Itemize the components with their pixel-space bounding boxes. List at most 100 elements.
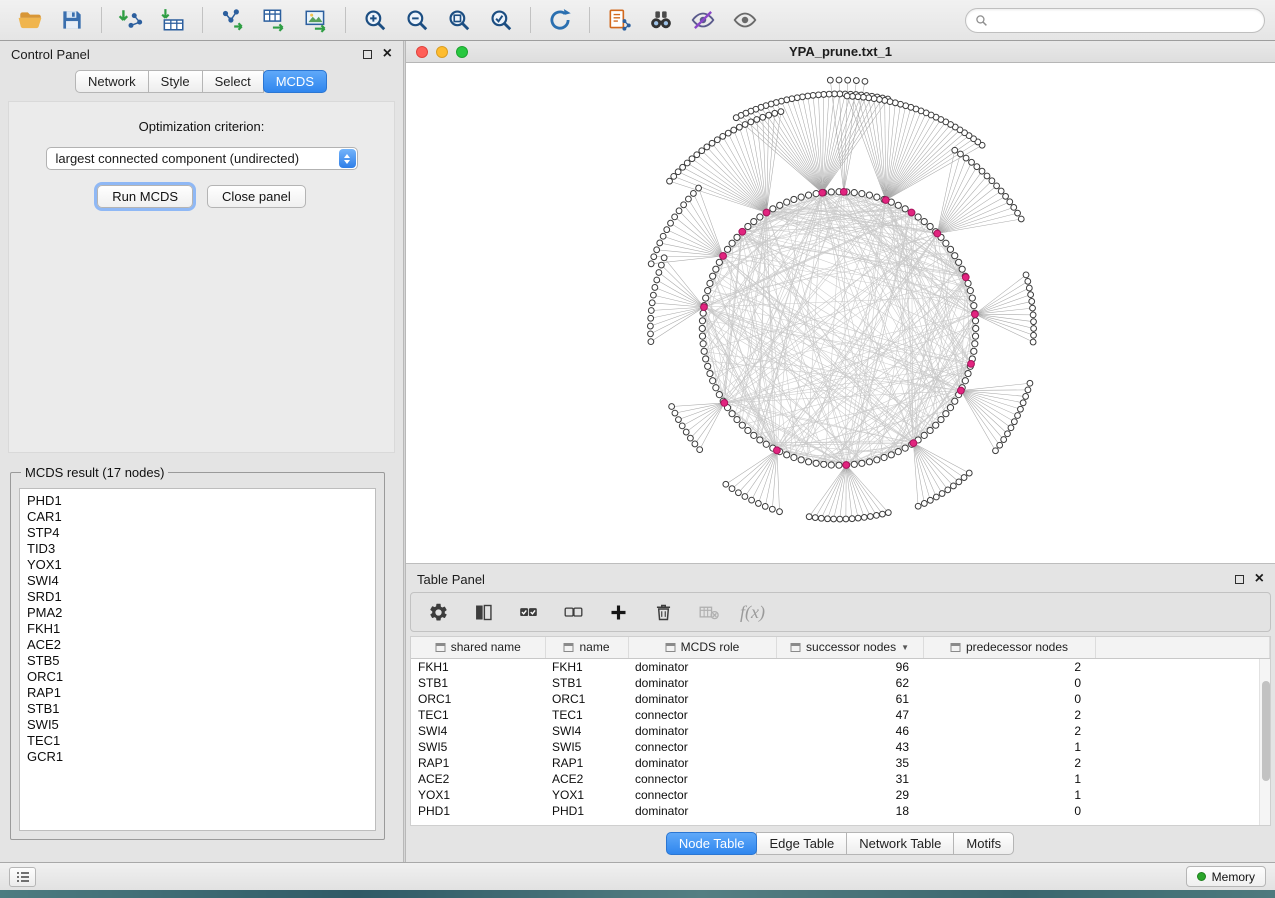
control-panel-title: Control Panel [11,47,90,62]
table-cell: connector [628,739,776,755]
unchecked-boxes-icon [563,602,584,623]
table-cell: 1 [923,787,1095,803]
table-row[interactable]: ACE2ACE2connector311 [411,771,1270,787]
column-header-mcds-role[interactable]: MCDS role [628,637,776,658]
save-session-button[interactable] [52,3,92,37]
float-table-panel-icon[interactable] [1235,575,1244,584]
window-zoom-button[interactable] [456,46,468,58]
window-minimize-button[interactable] [436,46,448,58]
status-bar: Memory [0,862,1275,890]
delete-column-button[interactable] [650,599,676,625]
open-session-button[interactable] [10,3,50,37]
table-row[interactable]: RAP1RAP1dominator352 [411,755,1270,771]
tab-style[interactable]: Style [148,70,203,93]
hide-selected-button[interactable] [683,3,723,37]
import-network-icon [118,7,144,33]
import-network-button[interactable] [111,3,151,37]
mcds-result-item[interactable]: YOX1 [27,557,368,573]
table-row[interactable]: PHD1PHD1dominator180 [411,803,1270,819]
network-canvas[interactable] [406,64,1275,563]
mcds-result-item[interactable]: TEC1 [27,733,368,749]
table-panel-header: Table Panel × [406,566,1275,592]
table-cell: RAP1 [545,755,628,771]
table-row[interactable]: STB1STB1dominator620 [411,675,1270,691]
tab-mcds[interactable]: MCDS [263,70,327,93]
mcds-result-item[interactable]: STB5 [27,653,368,669]
float-panel-icon[interactable] [363,50,372,59]
column-header-successor-nodes[interactable]: successor nodes▼ [776,637,923,658]
table-tab-motifs[interactable]: Motifs [953,832,1014,855]
column-type-icon [563,642,574,653]
mcds-result-item[interactable]: PHD1 [27,493,368,509]
mcds-result-item[interactable]: FKH1 [27,621,368,637]
export-table-button[interactable] [254,3,294,37]
mcds-result-item[interactable]: TID3 [27,541,368,557]
mcds-result-item[interactable]: GCR1 [27,749,368,765]
zoom-fit-button[interactable] [439,3,479,37]
mcds-result-item[interactable]: PMA2 [27,605,368,621]
find-button[interactable] [641,3,681,37]
window-close-button[interactable] [416,46,428,58]
table-cell-filler [1095,739,1270,755]
search-box[interactable] [965,8,1265,33]
optimization-criterion-select[interactable]: largest connected component (undirected) [46,147,358,170]
column-header-predecessor-nodes[interactable]: predecessor nodes [923,637,1095,658]
import-table-button[interactable] [153,3,193,37]
mcds-result-item[interactable]: SRD1 [27,589,368,605]
column-header-name[interactable]: name [545,637,628,658]
run-mcds-button[interactable]: Run MCDS [97,185,193,208]
mcds-result-item[interactable]: SWI4 [27,573,368,589]
column-header-shared-name[interactable]: shared name [411,637,545,658]
list-icon [16,871,30,883]
close-panel-button[interactable]: Close panel [207,185,306,208]
mcds-result-item[interactable]: SWI5 [27,717,368,733]
deselect-all-button[interactable] [560,599,586,625]
table-tab-edge-table[interactable]: Edge Table [756,832,847,855]
table-row[interactable]: SWI4SWI4dominator462 [411,723,1270,739]
scrollbar-thumb[interactable] [1262,681,1270,781]
zoom-selected-button[interactable] [481,3,521,37]
table-cell: ORC1 [411,691,545,707]
table-row[interactable]: YOX1YOX1connector291 [411,787,1270,803]
table-cell: 46 [776,723,923,739]
clone-network-button[interactable] [599,3,639,37]
mcds-result-item[interactable]: CAR1 [27,509,368,525]
tab-select[interactable]: Select [202,70,264,93]
close-table-panel-icon[interactable]: × [1255,573,1264,585]
table-row[interactable]: SWI5SWI5connector431 [411,739,1270,755]
search-input[interactable] [994,13,1255,27]
mcds-result-item[interactable]: STB1 [27,701,368,717]
show-columns-button[interactable] [470,599,496,625]
table-row[interactable]: FKH1FKH1dominator962 [411,658,1270,675]
refresh-view-button[interactable] [540,3,580,37]
memory-button[interactable]: Memory [1186,866,1266,887]
mcds-result-item[interactable]: RAP1 [27,685,368,701]
table-tab-network-table[interactable]: Network Table [846,832,954,855]
task-history-button[interactable] [9,867,36,887]
export-image-button[interactable] [296,3,336,37]
mcds-result-list[interactable]: PHD1CAR1STP4TID3YOX1SWI4SRD1PMA2FKH1ACE2… [19,488,376,831]
network-area: YPA_prune.txt_1 Table Panel × [406,41,1275,862]
table-tab-node-table[interactable]: Node Table [666,832,758,855]
close-panel-icon[interactable]: × [383,48,392,60]
export-network-button[interactable] [212,3,252,37]
mcds-result-item[interactable]: ORC1 [27,669,368,685]
select-all-button[interactable] [515,599,541,625]
mcds-result-item[interactable]: ACE2 [27,637,368,653]
table-row[interactable]: TEC1TEC1connector472 [411,707,1270,723]
table-cell: TEC1 [545,707,628,723]
tab-network[interactable]: Network [75,70,149,93]
mcds-result-item[interactable]: STP4 [27,525,368,541]
table-row[interactable]: ORC1ORC1dominator610 [411,691,1270,707]
zoom-out-button[interactable] [397,3,437,37]
show-all-button[interactable] [725,3,765,37]
clear-table-button [695,599,721,625]
network-window-titlebar[interactable]: YPA_prune.txt_1 [406,41,1275,63]
network-graph[interactable] [406,64,1275,563]
add-column-button[interactable] [605,599,631,625]
zoom-in-button[interactable] [355,3,395,37]
toolbar-separator [345,7,346,33]
table-settings-button[interactable] [425,599,451,625]
table-scrollbar[interactable] [1259,659,1270,825]
eye-slash-icon [690,7,716,33]
